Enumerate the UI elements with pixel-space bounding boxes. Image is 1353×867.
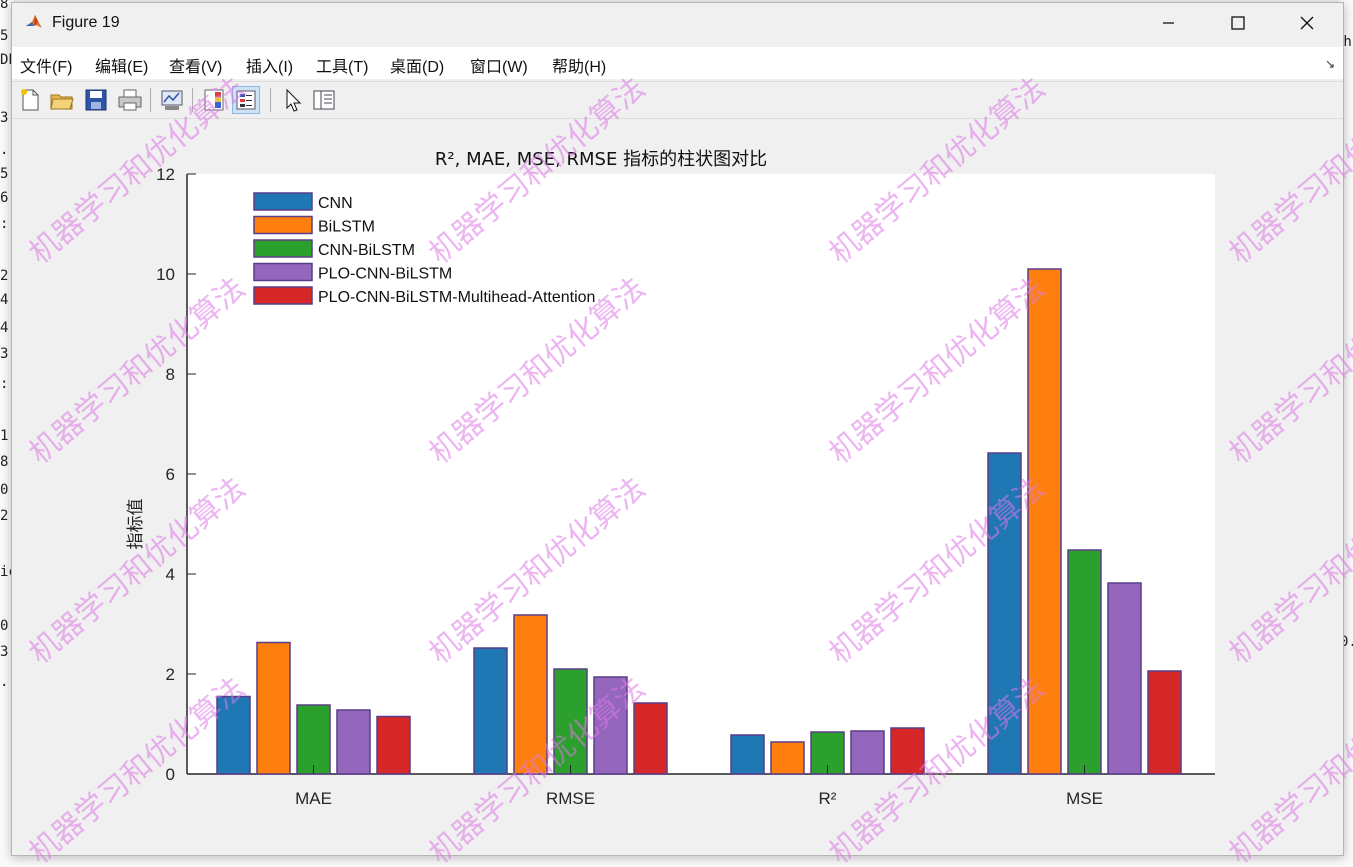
y-tick-label: 4 <box>166 565 175 584</box>
bar-cnn-bilstm-0 <box>296 704 331 775</box>
bar-bilstm-0 <box>256 641 291 775</box>
bar-cnn-bilstm-1 <box>553 668 588 775</box>
bar-chart: R², MAE, MSE, RMSE 指标的柱状图对比指标值 0 2 4 6 8 10 12 M… <box>126 149 1215 808</box>
legend-swatch <box>253 262 313 282</box>
x-tick-label: MAE <box>295 789 332 808</box>
legend-label: CNN <box>318 195 353 212</box>
y-axis-label: 指标值 <box>126 499 146 550</box>
legend-swatch <box>253 286 313 305</box>
y-tick-label: 2 <box>166 665 175 684</box>
y-tick-label: 8 <box>166 365 175 384</box>
bar-plo-cnn-bilstm-multihead-attention-1 <box>633 702 668 775</box>
x-tick-label: RMSE <box>546 789 595 808</box>
x-tick-label: R² <box>819 789 837 808</box>
legend-label: PLO-CNN-BiLSTM <box>318 266 452 283</box>
y-tick-label: 6 <box>166 465 175 484</box>
legend-label: CNN-BiLSTM <box>318 242 415 259</box>
bar-bilstm-3 <box>1027 268 1062 775</box>
bar-bilstm-1 <box>513 614 548 775</box>
legend-swatch <box>253 192 313 211</box>
bar-cnn-3 <box>987 452 1022 775</box>
legend-label: PLO-CNN-BiLSTM-Multihead-Attention <box>318 289 595 306</box>
bar-plo-cnn-bilstm-2 <box>850 730 885 775</box>
bar-plo-cnn-bilstm-1 <box>593 676 628 775</box>
bar-cnn-1 <box>473 647 508 775</box>
bar-cnn-0 <box>216 695 251 775</box>
legend-label: BiLSTM <box>318 219 375 236</box>
legend-swatch <box>253 215 313 235</box>
y-tick-label: 10 <box>156 265 175 284</box>
legend-swatch <box>253 239 313 258</box>
bar-plo-cnn-bilstm-multihead-attention-0 <box>376 715 411 775</box>
bar-plo-cnn-bilstm-3 <box>1107 582 1142 775</box>
x-tick-label: MSE <box>1066 789 1103 808</box>
bar-cnn-2 <box>730 734 765 775</box>
y-tick-label: 12 <box>156 165 175 184</box>
y-tick-label: 0 <box>166 765 175 784</box>
bar-plo-cnn-bilstm-multihead-attention-2 <box>890 727 925 775</box>
bar-cnn-bilstm-3 <box>1067 549 1102 775</box>
bar-bilstm-2 <box>770 741 805 775</box>
chart-title: R², MAE, MSE, RMSE 指标的柱状图对比 <box>435 149 767 170</box>
bar-plo-cnn-bilstm-0 <box>336 709 371 775</box>
bar-plo-cnn-bilstm-multihead-attention-3 <box>1147 670 1182 775</box>
